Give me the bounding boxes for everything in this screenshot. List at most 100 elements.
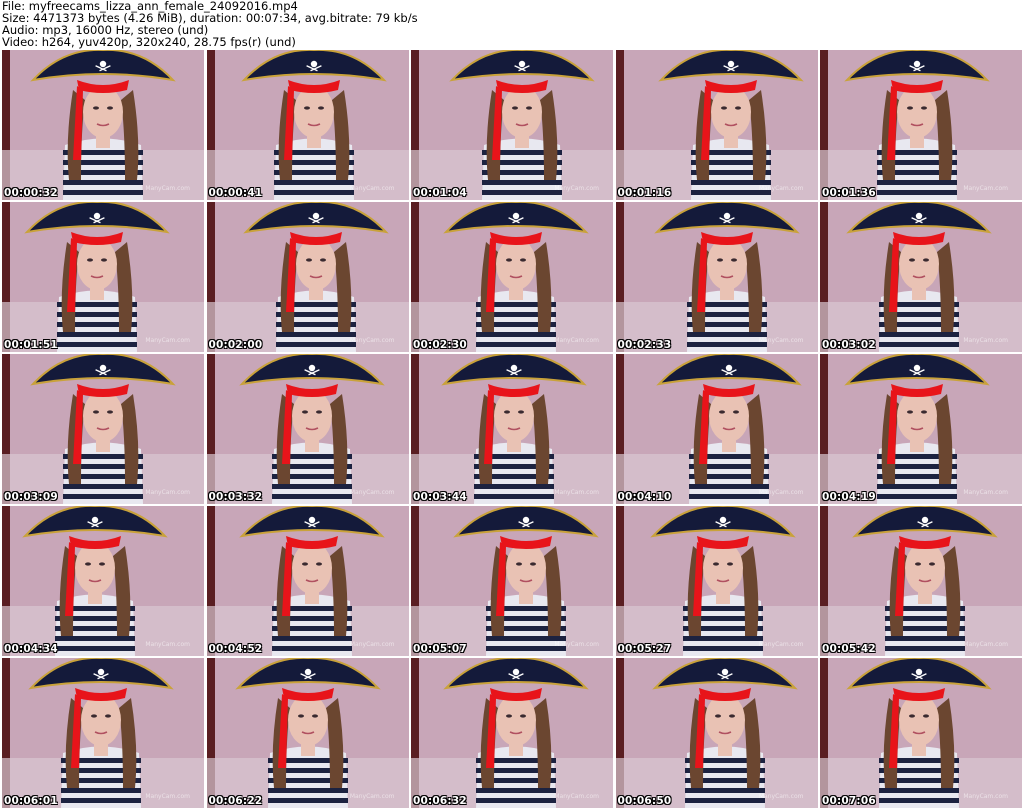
manycam-watermark: ManyCam.com [145, 489, 190, 496]
frame-timestamp: 00:06:22 [208, 795, 263, 807]
video-frame-thumbnail: ManyCam.com 00:02:33 [615, 202, 818, 352]
frame-timestamp: 00:02:30 [413, 339, 467, 351]
frame-image [615, 506, 818, 656]
frame-timestamp: 00:03:44 [413, 491, 467, 503]
video-frame-thumbnail: ManyCam.com 00:03:02 [820, 202, 1022, 352]
manycam-watermark: ManyCam.com [349, 337, 395, 344]
manycam-watermark: ManyCam.com [145, 185, 190, 192]
manycam-watermark: ManyCam.com [758, 489, 804, 496]
frame-timestamp: 00:01:16 [617, 187, 672, 199]
video-frame-thumbnail: ManyCam.com 00:01:04 [411, 50, 613, 200]
frame-image [411, 202, 613, 352]
manycam-watermark: ManyCam.com [554, 489, 599, 496]
frame-image [2, 354, 204, 504]
thumbnail-grid: ManyCam.com 00:00:32 ManyCam.com 00:00:4… [2, 50, 1022, 808]
frame-image [2, 202, 204, 352]
frame-image [206, 658, 409, 808]
frame-timestamp: 00:04:34 [4, 643, 58, 655]
video-frame-thumbnail: ManyCam.com 00:02:30 [411, 202, 613, 352]
video-frame-thumbnail: ManyCam.com 00:07:06 [820, 658, 1022, 808]
frame-timestamp: 00:06:50 [617, 795, 672, 807]
manycam-watermark: ManyCam.com [963, 489, 1008, 496]
frame-timestamp: 00:02:00 [208, 339, 263, 351]
video-frame-thumbnail: ManyCam.com 00:00:32 [2, 50, 204, 200]
manycam-watermark: ManyCam.com [963, 185, 1008, 192]
frame-timestamp: 00:03:09 [4, 491, 58, 503]
frame-image [206, 354, 409, 504]
manycam-watermark: ManyCam.com [349, 185, 395, 192]
video-frame-thumbnail: ManyCam.com 00:03:32 [206, 354, 409, 504]
video-frame-thumbnail: ManyCam.com 00:03:44 [411, 354, 613, 504]
frame-image [615, 50, 818, 200]
video-frame-thumbnail: ManyCam.com 00:01:16 [615, 50, 818, 200]
frame-image [411, 506, 613, 656]
manycam-watermark: ManyCam.com [963, 793, 1008, 800]
manycam-watermark: ManyCam.com [145, 337, 190, 344]
frame-image [206, 202, 409, 352]
manycam-watermark: ManyCam.com [758, 793, 804, 800]
frame-timestamp: 00:04:19 [822, 491, 876, 503]
manycam-watermark: ManyCam.com [554, 641, 599, 648]
frame-timestamp: 00:02:33 [617, 339, 672, 351]
frame-timestamp: 00:00:32 [4, 187, 58, 199]
frame-timestamp: 00:04:52 [208, 643, 263, 655]
frame-image [615, 202, 818, 352]
video-frame-thumbnail: ManyCam.com 00:06:22 [206, 658, 409, 808]
frame-image [820, 354, 1022, 504]
frame-image [820, 658, 1022, 808]
video-frame-thumbnail: ManyCam.com 00:05:42 [820, 506, 1022, 656]
frame-timestamp: 00:01:04 [413, 187, 467, 199]
video-frame-thumbnail: ManyCam.com 00:04:52 [206, 506, 409, 656]
video-frame-thumbnail: ManyCam.com 00:00:41 [206, 50, 409, 200]
manycam-watermark: ManyCam.com [758, 185, 804, 192]
video-frame-thumbnail: ManyCam.com 00:04:34 [2, 506, 204, 656]
frame-image [615, 658, 818, 808]
video-frame-thumbnail: ManyCam.com 00:03:09 [2, 354, 204, 504]
manycam-watermark: ManyCam.com [758, 337, 804, 344]
frame-timestamp: 00:00:41 [208, 187, 263, 199]
manycam-watermark: ManyCam.com [963, 337, 1008, 344]
frame-image [2, 50, 204, 200]
manycam-watermark: ManyCam.com [349, 793, 395, 800]
frame-image [820, 202, 1022, 352]
frame-image [2, 658, 204, 808]
video-frame-thumbnail: ManyCam.com 00:04:10 [615, 354, 818, 504]
frame-timestamp: 00:06:32 [413, 795, 467, 807]
video-frame-thumbnail: ManyCam.com 00:04:19 [820, 354, 1022, 504]
frame-timestamp: 00:03:32 [208, 491, 263, 503]
frame-image [2, 506, 204, 656]
video-frame-thumbnail: ManyCam.com 00:06:01 [2, 658, 204, 808]
frame-image [820, 506, 1022, 656]
file-info-header: File: myfreecams_lizza_ann_female_240920… [2, 0, 1022, 48]
frame-image [411, 658, 613, 808]
frame-timestamp: 00:04:10 [617, 491, 672, 503]
manycam-watermark: ManyCam.com [963, 641, 1008, 648]
video-frame-thumbnail: ManyCam.com 00:01:51 [2, 202, 204, 352]
manycam-watermark: ManyCam.com [349, 641, 395, 648]
frame-timestamp: 00:06:01 [4, 795, 58, 807]
video-frame-thumbnail: ManyCam.com 00:05:07 [411, 506, 613, 656]
manycam-watermark: ManyCam.com [145, 641, 190, 648]
frame-image [820, 50, 1022, 200]
frame-image [615, 354, 818, 504]
video-frame-thumbnail: ManyCam.com 00:06:32 [411, 658, 613, 808]
video-frame-thumbnail: ManyCam.com 00:06:50 [615, 658, 818, 808]
video-frame-thumbnail: ManyCam.com 00:02:00 [206, 202, 409, 352]
manycam-watermark: ManyCam.com [554, 337, 599, 344]
frame-image [411, 354, 613, 504]
frame-timestamp: 00:01:36 [822, 187, 876, 199]
frame-image [206, 506, 409, 656]
manycam-watermark: ManyCam.com [758, 641, 804, 648]
frame-timestamp: 00:05:07 [413, 643, 467, 655]
manycam-watermark: ManyCam.com [554, 185, 599, 192]
frame-image [411, 50, 613, 200]
video-info-line: Video: h264, yuv420p, 320x240, 28.75 fps… [2, 35, 296, 49]
frame-timestamp: 00:07:06 [822, 795, 876, 807]
frame-timestamp: 00:05:42 [822, 643, 876, 655]
manycam-watermark: ManyCam.com [349, 489, 395, 496]
frame-timestamp: 00:05:27 [617, 643, 672, 655]
video-frame-thumbnail: ManyCam.com 00:01:36 [820, 50, 1022, 200]
video-frame-thumbnail: ManyCam.com 00:05:27 [615, 506, 818, 656]
manycam-watermark: ManyCam.com [554, 793, 599, 800]
frame-timestamp: 00:01:51 [4, 339, 58, 351]
